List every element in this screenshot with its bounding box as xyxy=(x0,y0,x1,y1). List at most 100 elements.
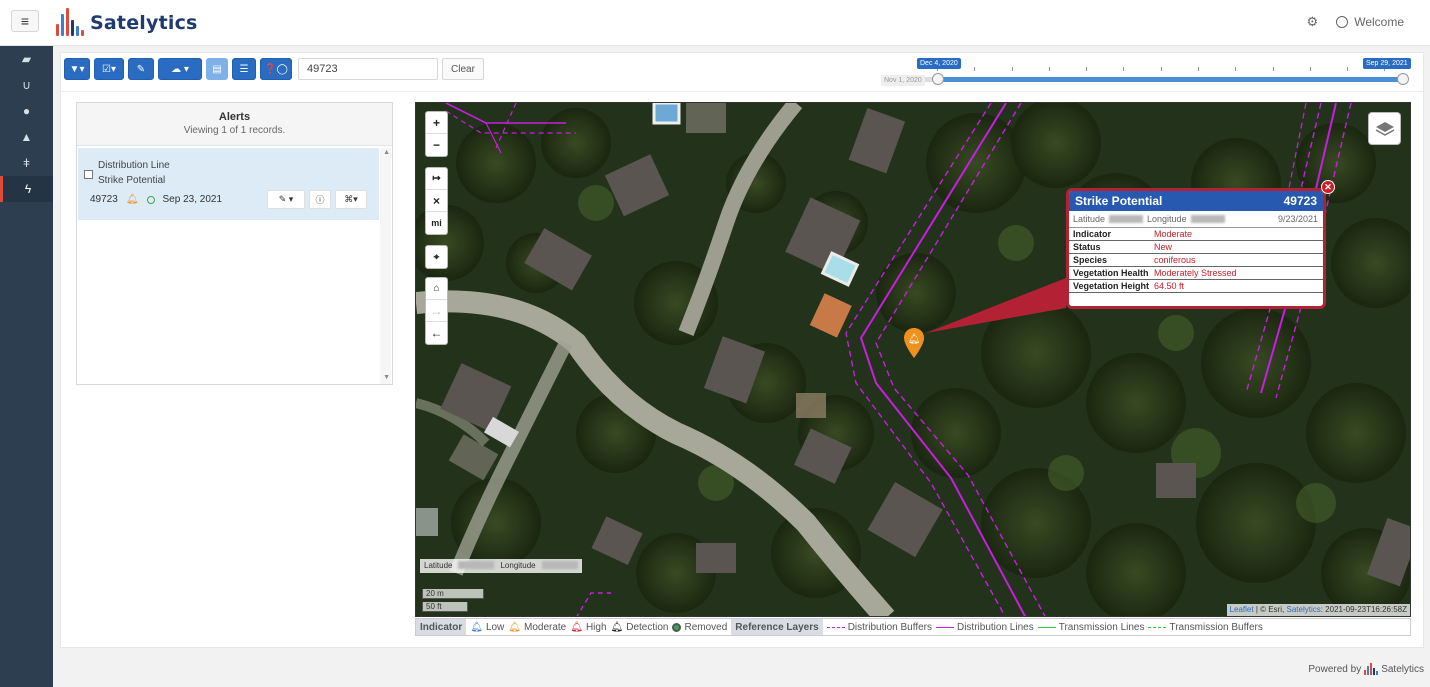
measure-button[interactable]: ↦ xyxy=(426,168,447,190)
timeline-end-handle[interactable] xyxy=(1397,73,1409,85)
delete-button[interactable]: ▤ xyxy=(206,58,228,80)
eraser-icon: ✎ xyxy=(136,63,146,75)
bell-high-icon: 🔔︎ xyxy=(570,621,583,633)
filter-icon: ▼▾ xyxy=(69,63,85,75)
cloud-download-button[interactable]: ☁ ▾ xyxy=(158,58,202,80)
popup-row-status: Status New xyxy=(1069,241,1323,254)
nav-controls: ⌂ → ← xyxy=(425,277,448,345)
zoom-in-button[interactable]: + xyxy=(426,112,447,134)
locate-control: ⌖ xyxy=(425,245,448,269)
edit-dropdown-button[interactable]: ✎ ▾ xyxy=(267,190,305,209)
alert-select-checkbox[interactable] xyxy=(84,170,93,179)
alerts-title: Alerts xyxy=(218,111,251,123)
scroll-down-arrow-icon[interactable]: ▼ xyxy=(383,374,390,381)
popup-close-button[interactable]: ✕ xyxy=(1321,180,1335,194)
close-icon: ✕ xyxy=(1324,181,1332,192)
list-icon: ☰ xyxy=(239,63,249,75)
sidebar-item-magnet[interactable]: ∪ xyxy=(0,72,53,98)
date-range-slider[interactable]: Dec 4, 2020 Sep 29, 2021 Nov 1, 2020 xyxy=(881,57,1411,89)
back-view-button[interactable]: ← xyxy=(426,322,447,344)
hamburger-icon: ≡ xyxy=(20,13,30,29)
list-item[interactable]: Distribution Line Strike Potential 49723… xyxy=(78,148,379,220)
measure-clear-button[interactable]: × xyxy=(426,190,447,212)
clear-button[interactable]: Clear xyxy=(442,58,484,80)
sidebar-item-files[interactable]: ▰ xyxy=(0,46,53,72)
view-dropdown-button[interactable]: ⌘▾ xyxy=(335,190,367,209)
forward-view-button[interactable]: → xyxy=(426,300,447,322)
coordinate-readout: Latitude Longitude xyxy=(420,559,582,573)
alert-marker[interactable]: 🔔︎ xyxy=(903,327,925,359)
zoom-controls: + − xyxy=(425,111,448,157)
settings-gears-icon[interactable]: ⚙ xyxy=(1307,14,1319,30)
map-marker-icon: ⌖ xyxy=(433,251,440,263)
warning-triangle-icon: ▲ xyxy=(20,130,33,144)
legend-moderate: 🔔︎ Moderate xyxy=(508,621,567,633)
sidebar-item-water[interactable]: ● xyxy=(0,98,53,124)
map-attribution: Leaflet | © Esri, Satelytics: 2021-09-23… xyxy=(1226,604,1410,616)
satelytics-logo[interactable]: Satelytics xyxy=(54,6,198,40)
timeline-start-label: Dec 4, 2020 xyxy=(917,58,961,69)
alerts-panel: Alerts Viewing 1 of 1 records. Distribut… xyxy=(76,102,393,385)
leaflet-link[interactable]: Leaflet xyxy=(1230,605,1254,614)
legend-high: 🔔︎ High xyxy=(570,621,607,633)
timeline-active-track xyxy=(937,77,1403,82)
popup-title: Strike Potential xyxy=(1075,194,1163,208)
alert-popup: Strike Potential 49723 Latitude Longitud… xyxy=(1066,188,1326,309)
legend-removed: Removed xyxy=(672,622,727,633)
user-circle-icon xyxy=(1336,16,1349,28)
alerts-record-count: Viewing 1 of 1 records. xyxy=(183,125,286,136)
sidebar-item-temperature[interactable]: ǂ xyxy=(0,150,53,176)
check-square-icon: ☑▾ xyxy=(102,63,116,75)
satelytics-link[interactable]: Satelytics xyxy=(1286,605,1320,614)
folder-open-icon: ▰ xyxy=(21,52,32,66)
popup-id: 49723 xyxy=(1283,194,1317,208)
select-dropdown-button[interactable]: ☑▾ xyxy=(94,58,124,80)
filter-dropdown-button[interactable]: ▼▾ xyxy=(64,58,90,80)
solid-line-swatch xyxy=(1037,626,1056,628)
alert-category: Strike Potential xyxy=(98,175,166,186)
satellite-map[interactable]: + − ↦ × mi ⌖ ⌂ → ← Latitude Longitude 20… xyxy=(415,102,1411,617)
help-toggle-button[interactable]: ❓◯ xyxy=(260,58,292,80)
home-view-button[interactable]: ⌂ xyxy=(426,278,447,300)
legend-detection: 🔔︎ Detection xyxy=(610,621,669,633)
popup-latitude-label: Latitude xyxy=(1073,214,1106,224)
sidebar-item-power[interactable]: ϟ xyxy=(0,176,53,202)
measure-units-button[interactable]: mi xyxy=(426,212,447,234)
scale-bar-imperial: 50 ft xyxy=(422,602,468,612)
alerts-header: Alerts Viewing 1 of 1 records. xyxy=(77,103,392,146)
latitude-label: Latitude xyxy=(424,561,453,570)
layers-button[interactable] xyxy=(1368,112,1401,145)
info-button[interactable]: ⓘ xyxy=(309,190,331,209)
longitude-label: Longitude xyxy=(500,561,536,570)
menu-toggle-button[interactable]: ≡ xyxy=(11,10,39,32)
bell-icon: 🔔︎ xyxy=(908,333,921,345)
latitude-value-redacted xyxy=(458,561,495,569)
zoom-out-button[interactable]: − xyxy=(426,134,447,156)
eraser-button[interactable]: ✎ xyxy=(128,58,154,80)
locate-pin-button[interactable]: ⌖ xyxy=(426,246,447,268)
sidebar-item-warnings[interactable]: ▲ xyxy=(0,124,53,150)
search-input[interactable]: 49723 xyxy=(298,58,438,80)
alerts-scrollbar[interactable] xyxy=(380,148,391,384)
list-view-button[interactable]: ☰ xyxy=(232,58,256,80)
bell-moderate-icon: 🔔︎ xyxy=(508,621,521,633)
satellite-imagery xyxy=(416,103,1410,616)
arrow-left-icon: ← xyxy=(430,326,443,340)
footer-logo-icon xyxy=(1364,663,1379,675)
popup-longitude-label: Longitude xyxy=(1147,214,1187,224)
layers-icon xyxy=(1375,121,1394,136)
user-menu[interactable]: Welcome xyxy=(1336,15,1404,29)
legend-distribution-buffers: Distribution Buffers xyxy=(826,622,932,633)
alert-meta: 49723 🔔︎ Sep 23, 2021 xyxy=(90,194,222,205)
left-sidebar: ▰ ∪ ● ▲ ǂ ϟ xyxy=(0,46,53,687)
toolbar: ▼▾ ☑▾ ✎ ☁ ▾ ▤ ☰ ❓◯ 49723 Clear xyxy=(64,58,484,80)
scroll-up-arrow-icon[interactable]: ▲ xyxy=(383,149,390,156)
status-new-icon xyxy=(146,195,155,204)
popup-row-vegetation-health: Vegetation Health Moderately Stressed xyxy=(1069,267,1323,280)
pencil-icon: ✎ ▾ xyxy=(278,194,294,204)
popup-row-indicator: Indicator Moderate xyxy=(1069,228,1323,241)
toolbar-divider xyxy=(61,91,1425,92)
magnet-icon: ∪ xyxy=(22,78,31,92)
timeline-start-handle[interactable] xyxy=(932,73,944,85)
timeline-min-label: Nov 1, 2020 xyxy=(881,75,925,86)
